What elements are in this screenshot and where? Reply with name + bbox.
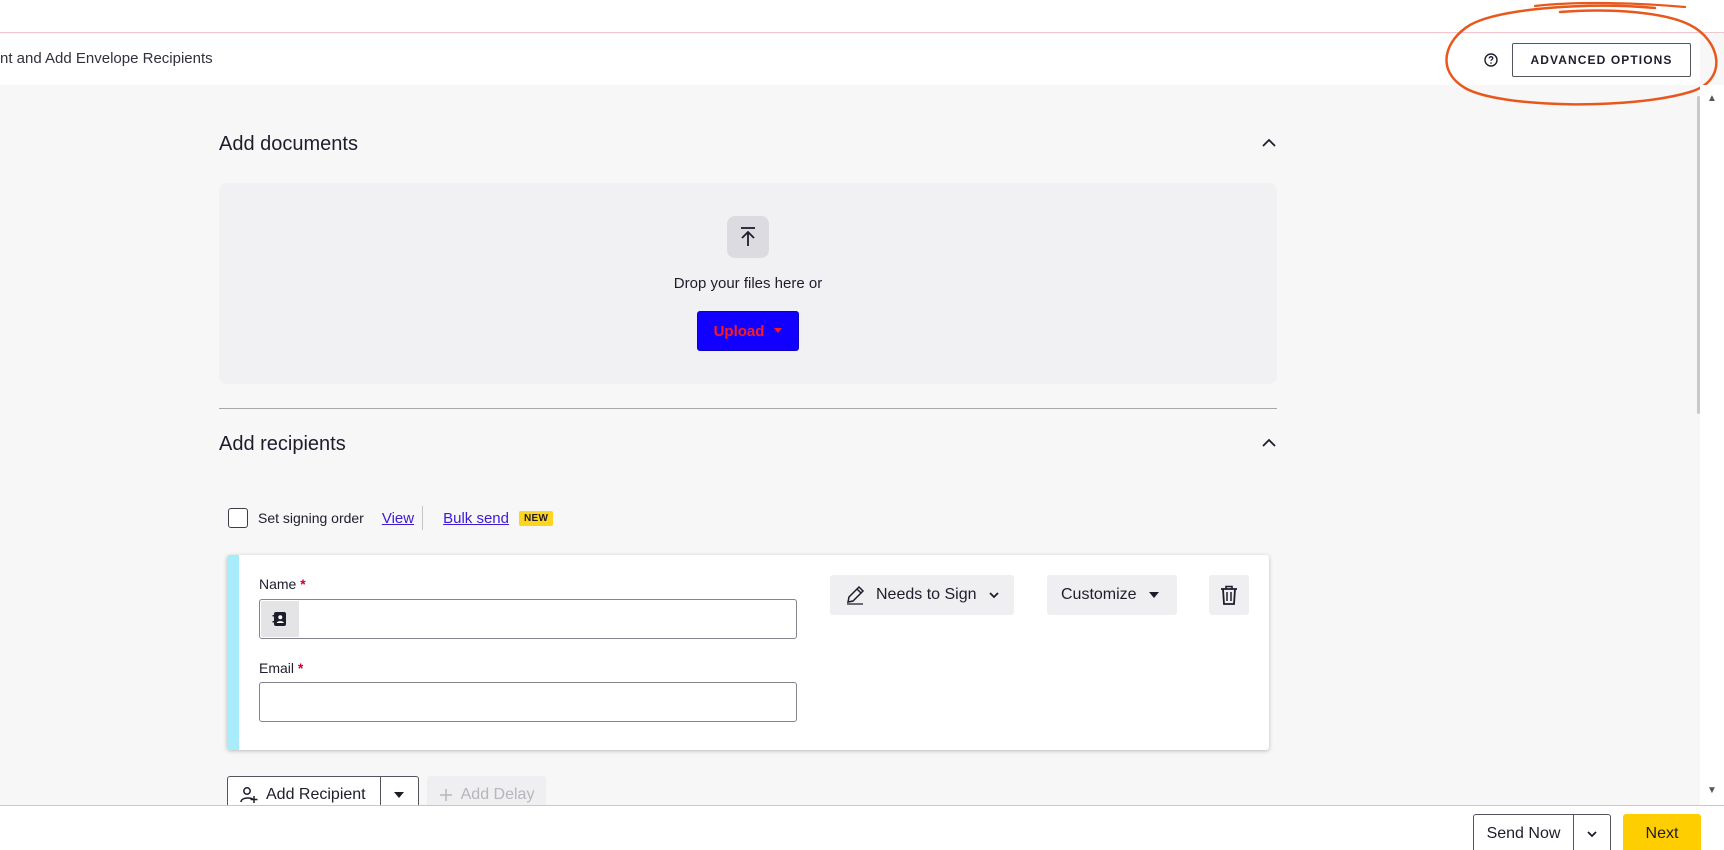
scrollbar-thumb[interactable] <box>1697 96 1700 414</box>
recipient-card: Name * Email * Needs to Sign Customize <box>227 555 1269 750</box>
view-link[interactable]: View <box>382 510 414 527</box>
chevron-down-icon <box>988 592 999 599</box>
scrollbar-track[interactable]: ▲ ▼ <box>1700 85 1724 805</box>
add-documents-heading: Add documents <box>219 133 358 155</box>
add-person-icon <box>240 787 258 803</box>
pen-icon <box>847 585 865 605</box>
plus-icon <box>439 789 452 801</box>
question-circle-icon[interactable] <box>1483 52 1499 68</box>
add-recipient-label: Add Recipient <box>266 786 366 803</box>
link-separator <box>422 506 424 530</box>
name-label: Name * <box>259 576 306 592</box>
add-delay-label: Add Delay <box>460 786 535 803</box>
contacts-icon[interactable] <box>261 601 299 637</box>
signing-order-checkbox[interactable] <box>228 508 248 528</box>
page-header: nt and Add Envelope Recipients ADVANCED … <box>0 34 1700 85</box>
advanced-options-button[interactable]: ADVANCED OPTIONS <box>1512 43 1691 77</box>
upload-arrow-icon <box>727 216 769 258</box>
send-options-button[interactable] <box>1573 814 1611 850</box>
trash-icon <box>1221 585 1237 605</box>
new-badge: NEW <box>518 510 554 526</box>
drop-files-text: Drop your files here or <box>673 275 823 292</box>
caret-down-icon <box>1148 592 1159 598</box>
customize-label: Customize <box>1061 586 1137 603</box>
scroll-up-icon[interactable]: ▲ <box>1707 93 1717 104</box>
delete-recipient-button[interactable] <box>1209 575 1249 615</box>
signing-order-label: Set signing order <box>258 510 364 526</box>
footer-bar: Send Now Next <box>0 805 1724 850</box>
signing-order-row: Set signing order View Bulk send NEW <box>228 506 554 530</box>
page-title: nt and Add Envelope Recipients <box>0 50 213 67</box>
customize-dropdown[interactable]: Customize <box>1047 575 1177 615</box>
top-strip <box>0 0 1724 33</box>
chevron-down-icon <box>1587 831 1597 838</box>
scroll-down-icon[interactable]: ▼ <box>1707 785 1717 796</box>
upload-button[interactable]: Upload <box>697 311 799 351</box>
email-label: Email * <box>259 660 304 676</box>
name-field[interactable] <box>259 599 797 639</box>
section-divider <box>219 408 1277 409</box>
role-label: Needs to Sign <box>876 586 977 603</box>
bulk-send-link[interactable]: Bulk send <box>443 510 509 527</box>
caret-down-icon <box>774 328 783 333</box>
role-dropdown[interactable]: Needs to Sign <box>830 575 1014 615</box>
file-dropzone[interactable]: Drop your files here or Upload <box>219 183 1277 384</box>
caret-down-icon <box>394 792 405 798</box>
next-button[interactable]: Next <box>1623 814 1701 850</box>
recipient-color-stripe <box>227 555 239 750</box>
send-now-button[interactable]: Send Now <box>1473 814 1574 850</box>
upload-label: Upload <box>713 322 765 340</box>
email-field[interactable] <box>259 682 797 722</box>
chevron-up-icon[interactable] <box>1260 137 1278 149</box>
chevron-up-icon[interactable] <box>1260 437 1278 449</box>
add-recipients-heading: Add recipients <box>219 433 346 455</box>
